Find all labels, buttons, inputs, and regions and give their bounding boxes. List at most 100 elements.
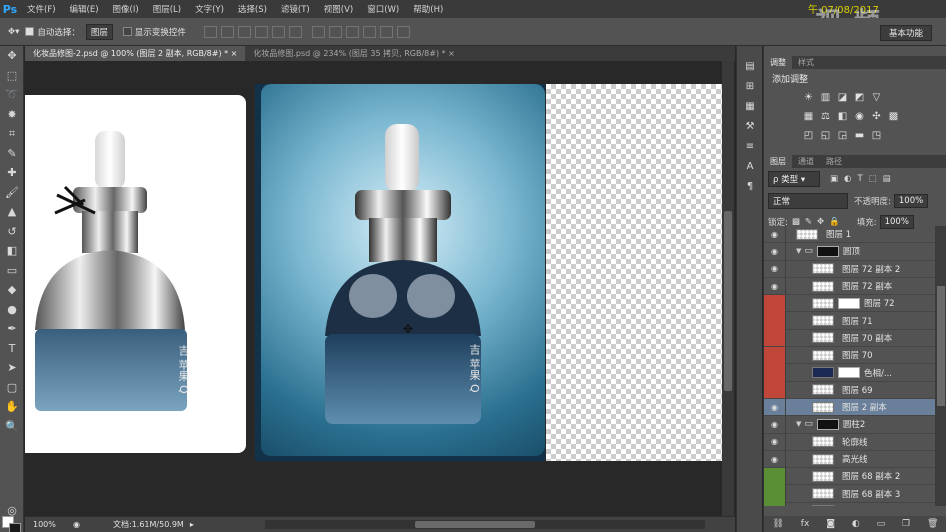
- tab-adjustments[interactable]: 调整: [764, 56, 792, 69]
- layer-row[interactable]: 图层 70 副本: [764, 329, 935, 348]
- mask-icon[interactable]: ◙: [826, 519, 835, 529]
- close-icon[interactable]: ×: [231, 49, 238, 58]
- distribute-left-icon[interactable]: [362, 25, 376, 38]
- info-panel-icon[interactable]: ▦: [737, 96, 763, 116]
- lasso-icon[interactable]: ➰: [0, 85, 24, 105]
- eye-icon[interactable]: ◉: [764, 450, 786, 468]
- layer-row[interactable]: ◉ ▼ ▭ 圆顶: [764, 242, 935, 261]
- layer-mask-thumb[interactable]: [816, 418, 839, 430]
- canvas-horizontal-scrollbar[interactable]: [265, 520, 705, 529]
- healing-icon[interactable]: ✚: [0, 163, 24, 183]
- layer-thumb[interactable]: [812, 367, 834, 379]
- blur-icon[interactable]: ◆: [0, 280, 24, 300]
- tab-layers[interactable]: 图层: [764, 155, 792, 168]
- eye-icon[interactable]: [764, 294, 786, 312]
- align-left-icon[interactable]: [254, 25, 268, 38]
- layer-row[interactable]: 色相/饱和度 4 副...: [764, 502, 935, 506]
- black-white-icon[interactable]: ◧: [834, 110, 851, 123]
- eye-icon[interactable]: ◉: [764, 433, 786, 451]
- eyedropper-icon[interactable]: ✎: [0, 144, 24, 164]
- link-icon[interactable]: ⛓: [772, 519, 783, 529]
- eye-icon[interactable]: ◉: [764, 277, 786, 295]
- eye-icon[interactable]: [764, 467, 786, 485]
- layer-thumb[interactable]: [812, 470, 834, 482]
- layer-row[interactable]: 图层 72: [764, 294, 935, 313]
- layer-thumb[interactable]: [812, 280, 834, 292]
- info-icon[interactable]: ◉: [73, 520, 83, 529]
- menu-type[interactable]: 文字(Y): [188, 3, 231, 15]
- align-bottom-icon[interactable]: [237, 25, 251, 38]
- filter-icons[interactable]: ▣◐T⬚▤: [830, 174, 897, 184]
- levels-icon[interactable]: ▥: [817, 91, 834, 104]
- layer-row[interactable]: 图层 71: [764, 312, 935, 330]
- eye-icon[interactable]: [764, 502, 786, 506]
- new-layer-icon[interactable]: ❐: [902, 519, 910, 529]
- dodge-icon[interactable]: ●: [0, 300, 24, 320]
- show-transform-checkbox[interactable]: [122, 27, 132, 36]
- threshold-icon[interactable]: ◲: [834, 129, 851, 142]
- layer-row[interactable]: ◉ ▼ ▭ 圆柱2: [764, 415, 935, 434]
- eye-icon[interactable]: [764, 485, 786, 503]
- eye-icon[interactable]: ◉: [764, 260, 786, 278]
- expand-arrow-icon[interactable]: ▼: [796, 247, 801, 255]
- stamp-icon[interactable]: ▲: [0, 202, 24, 222]
- align-hcenter-icon[interactable]: [271, 25, 285, 38]
- align-right-icon[interactable]: [288, 25, 302, 38]
- layer-thumb[interactable]: [812, 453, 834, 465]
- distribute-top-icon[interactable]: [311, 25, 325, 38]
- posterize-icon[interactable]: ◱: [817, 129, 834, 142]
- marquee-icon[interactable]: ⬚: [0, 66, 24, 86]
- layer-row[interactable]: 图层 70: [764, 346, 935, 365]
- align-top-icon[interactable]: [203, 25, 217, 38]
- menu-window[interactable]: 窗口(W): [360, 3, 406, 15]
- tab-channels[interactable]: 通道: [792, 155, 820, 168]
- color-balance-icon[interactable]: ⚖: [817, 110, 834, 123]
- layer-thumb[interactable]: [812, 297, 834, 309]
- close-icon[interactable]: ×: [448, 49, 455, 58]
- history-icon[interactable]: ▤: [737, 56, 763, 76]
- layer-thumb[interactable]: [812, 349, 834, 361]
- menu-help[interactable]: 帮助(H): [406, 3, 450, 15]
- menu-select[interactable]: 选择(S): [231, 3, 274, 15]
- distribute-vcenter-icon[interactable]: [328, 25, 342, 38]
- character-icon[interactable]: A: [737, 156, 763, 176]
- eye-icon[interactable]: ◉: [764, 415, 786, 433]
- eye-icon[interactable]: ◉: [764, 242, 786, 260]
- layer-thumb[interactable]: [796, 228, 818, 240]
- layer-row[interactable]: ◉ 图层 2 副本: [764, 398, 935, 417]
- tab-doc-2[interactable]: 化妆品修图.psd @ 234% (图层 35 拷贝, RGB/8#) * ×: [245, 46, 463, 61]
- horizontal-scroll-thumb[interactable]: [415, 521, 535, 528]
- eye-icon[interactable]: [764, 364, 786, 382]
- layer-row[interactable]: 图层 68 副本 2: [764, 467, 935, 486]
- menu-edit[interactable]: 编辑(E): [63, 3, 106, 15]
- move-icon[interactable]: ✥: [0, 46, 24, 66]
- folder-icon[interactable]: ▭: [877, 519, 886, 529]
- expand-arrow-icon[interactable]: ▼: [796, 420, 801, 428]
- eye-icon[interactable]: [764, 381, 786, 399]
- eye-icon[interactable]: [764, 346, 786, 364]
- eye-icon[interactable]: ◉: [764, 226, 786, 243]
- quick-mask-icon[interactable]: ◎: [0, 501, 24, 521]
- layer-row[interactable]: ◉ 高光线: [764, 450, 935, 469]
- layer-thumb[interactable]: [812, 315, 834, 327]
- auto-select-dropdown[interactable]: 图层: [85, 23, 113, 40]
- layer-mask-thumb[interactable]: [838, 297, 860, 309]
- brush-panel-icon[interactable]: ⚒: [737, 116, 763, 136]
- layers-scrollbar[interactable]: [935, 226, 946, 506]
- selective-color-icon[interactable]: ◳: [868, 129, 885, 142]
- zoom-icon[interactable]: 🔍: [0, 417, 24, 437]
- workspace-dropdown[interactable]: 基本功能: [879, 25, 932, 41]
- layer-thumb[interactable]: [812, 384, 834, 396]
- type-icon[interactable]: T: [0, 339, 24, 359]
- brush-icon[interactable]: 🖌: [0, 183, 24, 203]
- layer-row[interactable]: ◉ 图层 72 副本: [764, 277, 935, 296]
- channel-mixer-icon[interactable]: ✣: [868, 110, 885, 123]
- opacity-field[interactable]: 100%: [893, 194, 929, 208]
- hue-saturation-icon[interactable]: ▦: [800, 110, 817, 123]
- menu-layer[interactable]: 图层(L): [146, 3, 188, 15]
- history-brush-icon[interactable]: ↺: [0, 222, 24, 242]
- menu-image[interactable]: 图像(I): [106, 3, 146, 15]
- invert-icon[interactable]: ◰: [800, 129, 817, 142]
- gradient-map-icon[interactable]: ▬: [851, 129, 868, 142]
- layer-thumb[interactable]: [812, 401, 834, 413]
